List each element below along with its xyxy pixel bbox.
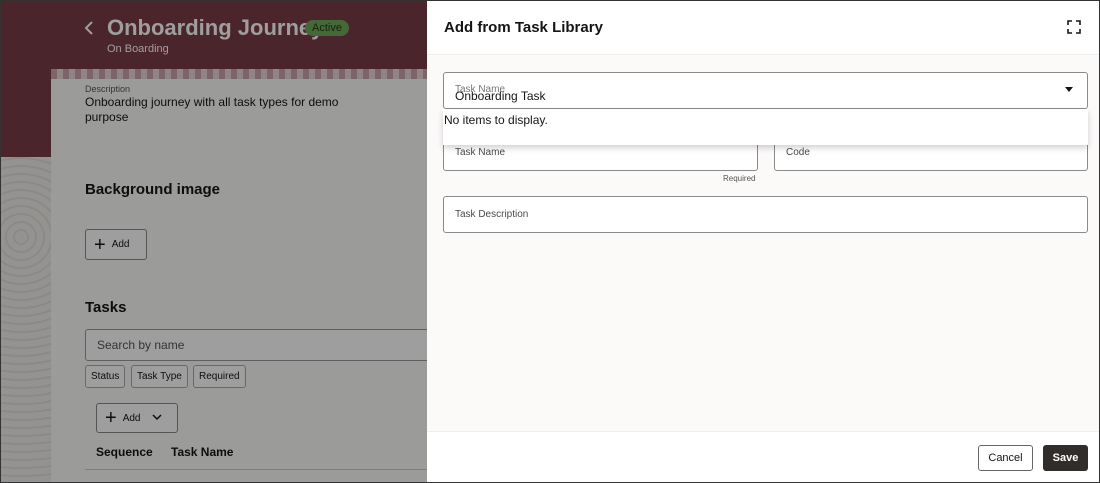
- task-name-required-hint: Required: [723, 174, 756, 183]
- task-library-dropdown: No items to display.: [443, 109, 1088, 145]
- caret-down-icon[interactable]: [1065, 87, 1073, 92]
- task-library-value: Onboarding Task: [455, 89, 546, 103]
- drawer-title: Add from Task Library: [444, 19, 603, 36]
- task-description-input[interactable]: Task Description: [443, 196, 1088, 233]
- no-items-message: No items to display.: [444, 113, 548, 127]
- cancel-button[interactable]: Cancel: [978, 445, 1033, 471]
- drawer-header: Add from Task Library: [427, 1, 1099, 55]
- task-library-select[interactable]: Task Name Onboarding Task: [443, 72, 1088, 109]
- task-description-label: Task Description: [455, 209, 529, 220]
- task-name-label: Task Name: [455, 147, 506, 158]
- save-button[interactable]: Save: [1043, 445, 1088, 471]
- drawer-footer: Cancel Save: [427, 431, 1099, 482]
- app-frame: Onboarding Journey Active On Boarding De…: [0, 0, 1100, 483]
- code-label: Code: [786, 147, 810, 158]
- expand-icon[interactable]: [1067, 20, 1081, 34]
- task-library-drawer: Add from Task Library Task Name Onboardi…: [427, 1, 1099, 482]
